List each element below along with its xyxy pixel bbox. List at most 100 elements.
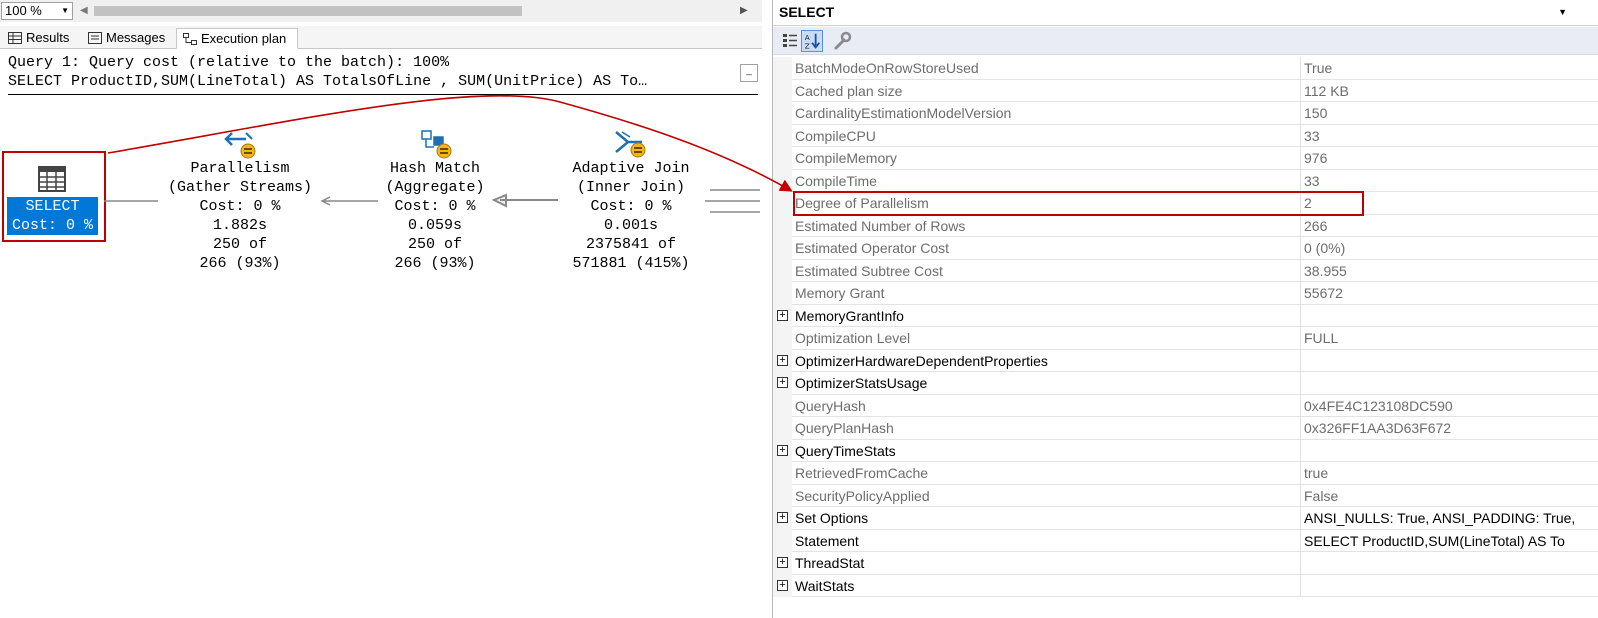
property-name: ThreadStat <box>795 555 865 571</box>
column-divider <box>1300 327 1301 350</box>
results-pane: 100 % ▼ ◀ ▶ Results Messages Execution p… <box>0 0 772 618</box>
property-name: Estimated Number of Rows <box>795 217 966 234</box>
expand-icon[interactable]: + <box>777 354 788 366</box>
row-gutter <box>773 147 792 170</box>
scroll-left-icon[interactable]: ◀ <box>80 5 88 16</box>
property-value: 38.955 <box>1304 262 1347 279</box>
zoom-value: 100 % <box>5 3 42 18</box>
adaptive-join-operator[interactable]: Adaptive Join (Inner Join) Cost: 0 % 0.0… <box>560 159 702 273</box>
property-name: QueryHash <box>795 397 866 414</box>
property-value: 2 <box>1304 195 1312 211</box>
categorized-icon[interactable] <box>779 30 801 52</box>
property-row[interactable]: + OptimizerHardwareDependentProperties <box>773 349 1598 373</box>
property-row[interactable]: + MemoryGrantInfo <box>773 304 1598 328</box>
row-gutter <box>773 192 792 215</box>
property-value <box>1304 440 1598 463</box>
column-divider <box>1300 372 1301 395</box>
property-row[interactable]: + Set Options ANSI_NULLS: True, ANSI_PADDI… <box>773 507 1598 530</box>
column-divider <box>1300 147 1301 170</box>
select-operator-icon[interactable] <box>38 166 66 192</box>
property-name: Cached plan size <box>795 82 903 99</box>
expand-icon[interactable]: + <box>777 557 788 568</box>
parallelism-icon[interactable] <box>224 129 256 159</box>
row-gutter <box>773 214 792 237</box>
property-row[interactable]: Estimated Number of Rows 266 <box>773 214 1598 237</box>
property-row[interactable]: CompileCPU 33 <box>773 124 1598 147</box>
property-row[interactable]: CompileMemory 976 <box>773 147 1598 170</box>
select-operator-cost: Cost: 0 % <box>11 217 93 234</box>
property-row[interactable]: CardinalityEstimationModelVersion 150 <box>773 102 1598 125</box>
property-row[interactable]: QueryHash 0x4FE4C123108DC590 <box>773 394 1598 417</box>
property-value <box>1304 372 1598 395</box>
property-row[interactable]: BatchModeOnRowStoreUsed True <box>773 57 1598 80</box>
tab-messages[interactable]: Messages <box>82 28 174 49</box>
property-row[interactable]: Optimization Level FULL <box>773 327 1598 350</box>
scroll-right-icon[interactable]: ▶ <box>740 5 748 16</box>
tab-execution-plan[interactable]: Execution plan <box>176 28 298 49</box>
zoom-select[interactable]: 100 % ▼ <box>1 2 73 20</box>
property-row[interactable]: Estimated Operator Cost 0 (0%) <box>773 237 1598 260</box>
property-value: 0x4FE4C123108DC590 <box>1304 397 1453 414</box>
property-row[interactable]: + ThreadStat <box>773 552 1598 575</box>
property-name: Degree of Parallelism <box>795 195 929 211</box>
property-name: CompileCPU <box>795 127 876 144</box>
column-divider <box>1300 439 1301 462</box>
scrollbar-thumb[interactable] <box>94 6 522 16</box>
row-gutter: + <box>773 574 792 597</box>
object-select[interactable]: SELECT ▼ <box>773 0 1598 26</box>
property-name: Set Options <box>795 510 869 526</box>
column-divider <box>1300 192 1301 215</box>
column-divider <box>1300 529 1301 552</box>
expand-icon[interactable]: + <box>777 579 788 591</box>
property-name: Memory Grant <box>795 285 885 301</box>
expand-icon[interactable]: + <box>777 377 788 388</box>
row-gutter: + <box>773 439 792 462</box>
hash-match-operator[interactable]: Hash Match (Aggregate) Cost: 0 % 0.059s … <box>368 159 502 273</box>
column-divider <box>1300 349 1301 372</box>
row-gutter <box>773 282 792 305</box>
hash-match-icon[interactable] <box>420 129 452 159</box>
property-value: SELECT ProductID,SUM(LineTotal) AS To <box>1304 532 1565 549</box>
property-row[interactable]: + QueryTimeStats <box>773 439 1598 463</box>
chevron-down-icon[interactable]: ▼ <box>1558 0 1567 25</box>
parallelism-operator[interactable]: Parallelism (Gather Streams) Cost: 0 % 1… <box>158 159 322 273</box>
property-row[interactable]: SecurityPolicyApplied False <box>773 484 1598 507</box>
alphabetical-sort-icon[interactable]: A Z <box>801 30 823 52</box>
expand-icon[interactable]: + <box>777 309 788 321</box>
row-gutter <box>773 169 792 192</box>
property-row[interactable]: Memory Grant 55672 <box>773 282 1598 305</box>
expand-icon[interactable]: + <box>777 512 788 523</box>
property-row[interactable]: Degree of Parallelism 2 <box>773 192 1598 215</box>
column-divider <box>1300 169 1301 192</box>
property-value <box>1304 305 1598 328</box>
wrench-icon[interactable] <box>831 30 853 52</box>
collapse-icon[interactable]: _ <box>740 64 758 82</box>
property-row[interactable]: QueryPlanHash 0x326FF1AA3D63F672 <box>773 417 1598 440</box>
property-row[interactable]: Statement SELECT ProductID,SUM(LineTotal)… <box>773 529 1598 552</box>
property-row[interactable]: CompileTime 33 <box>773 169 1598 192</box>
chevron-down-icon[interactable]: ▼ <box>61 3 69 19</box>
tab-results[interactable]: Results <box>2 28 78 49</box>
horizontal-scrollbar[interactable] <box>94 5 734 17</box>
property-row[interactable]: Cached plan size 112 KB <box>773 79 1598 102</box>
svg-text:Z: Z <box>805 41 810 50</box>
tab-label: Results <box>26 30 70 45</box>
property-row[interactable]: + OptimizerStatsUsage <box>773 372 1598 395</box>
property-row[interactable]: Estimated Subtree Cost 38.955 <box>773 259 1598 282</box>
column-divider <box>1300 124 1301 147</box>
pane-splitter[interactable] <box>762 0 772 618</box>
row-gutter <box>773 529 792 552</box>
property-row[interactable]: RetrievedFromCache true <box>773 462 1598 485</box>
select-operator[interactable]: SELECT Cost: 0 % <box>7 197 98 235</box>
column-divider <box>1300 552 1301 575</box>
adaptive-join-icon[interactable] <box>614 128 646 158</box>
row-gutter: + <box>773 372 792 395</box>
expand-icon[interactable]: + <box>777 444 788 456</box>
property-row[interactable]: + WaitStats <box>773 574 1598 597</box>
property-value: True <box>1304 60 1333 76</box>
property-value <box>1304 350 1598 373</box>
query-text-line: SELECT ProductID,SUM(LineTotal) AS Total… <box>8 73 648 90</box>
column-divider <box>1300 282 1301 305</box>
property-value: 150 <box>1304 105 1328 121</box>
property-value: 0 (0%) <box>1304 240 1346 256</box>
